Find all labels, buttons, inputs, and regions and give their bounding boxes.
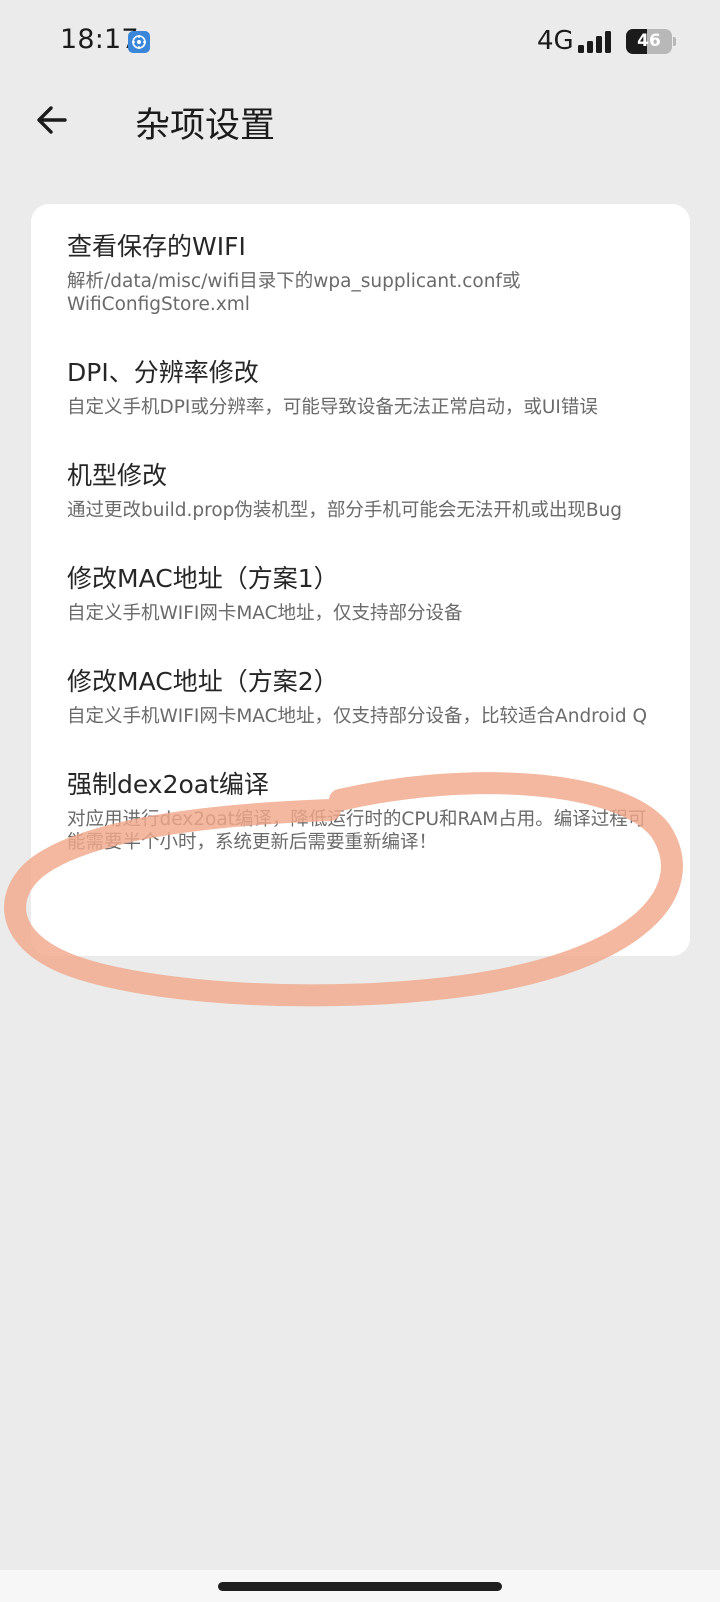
battery-icon: 46 xyxy=(626,29,676,54)
setting-description: 自定义手机DPI或分辨率，可能导致设备无法正常启动，或UI错误 xyxy=(67,397,598,418)
setting-item-dpi-resolution[interactable]: DPI、分辨率修改 自定义手机DPI或分辨率，可能导致设备无法正常启动，或UI错… xyxy=(31,356,690,419)
battery-tip xyxy=(673,37,676,46)
page-title: 杂项设置 xyxy=(135,106,276,146)
setting-description: 自定义手机WIFI网卡MAC地址，仅支持部分设备，比较适合Android Q xyxy=(67,706,648,727)
setting-title: 修改MAC地址（方案1） xyxy=(67,564,339,593)
setting-description: 对应用进行dex2oat编译，降低运行时的CPU和RAM占用。编译过程可能需要半… xyxy=(67,809,647,853)
setting-title: 修改MAC地址（方案2） xyxy=(67,667,339,696)
arrow-left-icon xyxy=(37,106,67,134)
setting-item-force-dex2oat[interactable]: 强制dex2oat编译 对应用进行dex2oat编译，降低运行时的CPU和RAM… xyxy=(31,768,690,854)
gesture-navigation-bar xyxy=(0,1570,720,1602)
network-type-label: 4G xyxy=(537,26,574,56)
settings-card: 查看保存的WIFI 解析/data/misc/wifi目录下的wpa_suppl… xyxy=(31,204,690,956)
battery-level-text: 46 xyxy=(637,31,661,51)
setting-title: 查看保存的WIFI xyxy=(67,232,246,261)
setting-description: 自定义手机WIFI网卡MAC地址，仅支持部分设备 xyxy=(67,603,463,624)
setting-title: DPI、分辨率修改 xyxy=(67,358,259,387)
app-notification-icon xyxy=(128,31,150,53)
setting-title: 机型修改 xyxy=(67,461,168,490)
back-button[interactable] xyxy=(24,92,80,148)
signal-icon xyxy=(578,31,614,53)
battery-body: 46 xyxy=(626,29,672,54)
setting-item-view-saved-wifi[interactable]: 查看保存的WIFI 解析/data/misc/wifi目录下的wpa_suppl… xyxy=(31,230,690,316)
app-bar: 杂项设置 xyxy=(0,88,720,158)
home-indicator[interactable] xyxy=(218,1582,502,1591)
status-bar: 18:17 4G 46 xyxy=(0,0,720,88)
setting-item-mac-address-2[interactable]: 修改MAC地址（方案2） 自定义手机WIFI网卡MAC地址，仅支持部分设备，比较… xyxy=(31,665,690,728)
setting-title: 强制dex2oat编译 xyxy=(67,770,269,799)
setting-item-device-model[interactable]: 机型修改 通过更改build.prop伪装机型，部分手机可能会无法开机或出现Bu… xyxy=(31,459,690,522)
setting-description: 解析/data/misc/wifi目录下的wpa_supplicant.conf… xyxy=(67,271,521,315)
setting-description: 通过更改build.prop伪装机型，部分手机可能会无法开机或出现Bug xyxy=(67,500,623,521)
status-time: 18:17 xyxy=(60,24,139,55)
setting-item-mac-address-1[interactable]: 修改MAC地址（方案1） 自定义手机WIFI网卡MAC地址，仅支持部分设备 xyxy=(31,562,690,625)
